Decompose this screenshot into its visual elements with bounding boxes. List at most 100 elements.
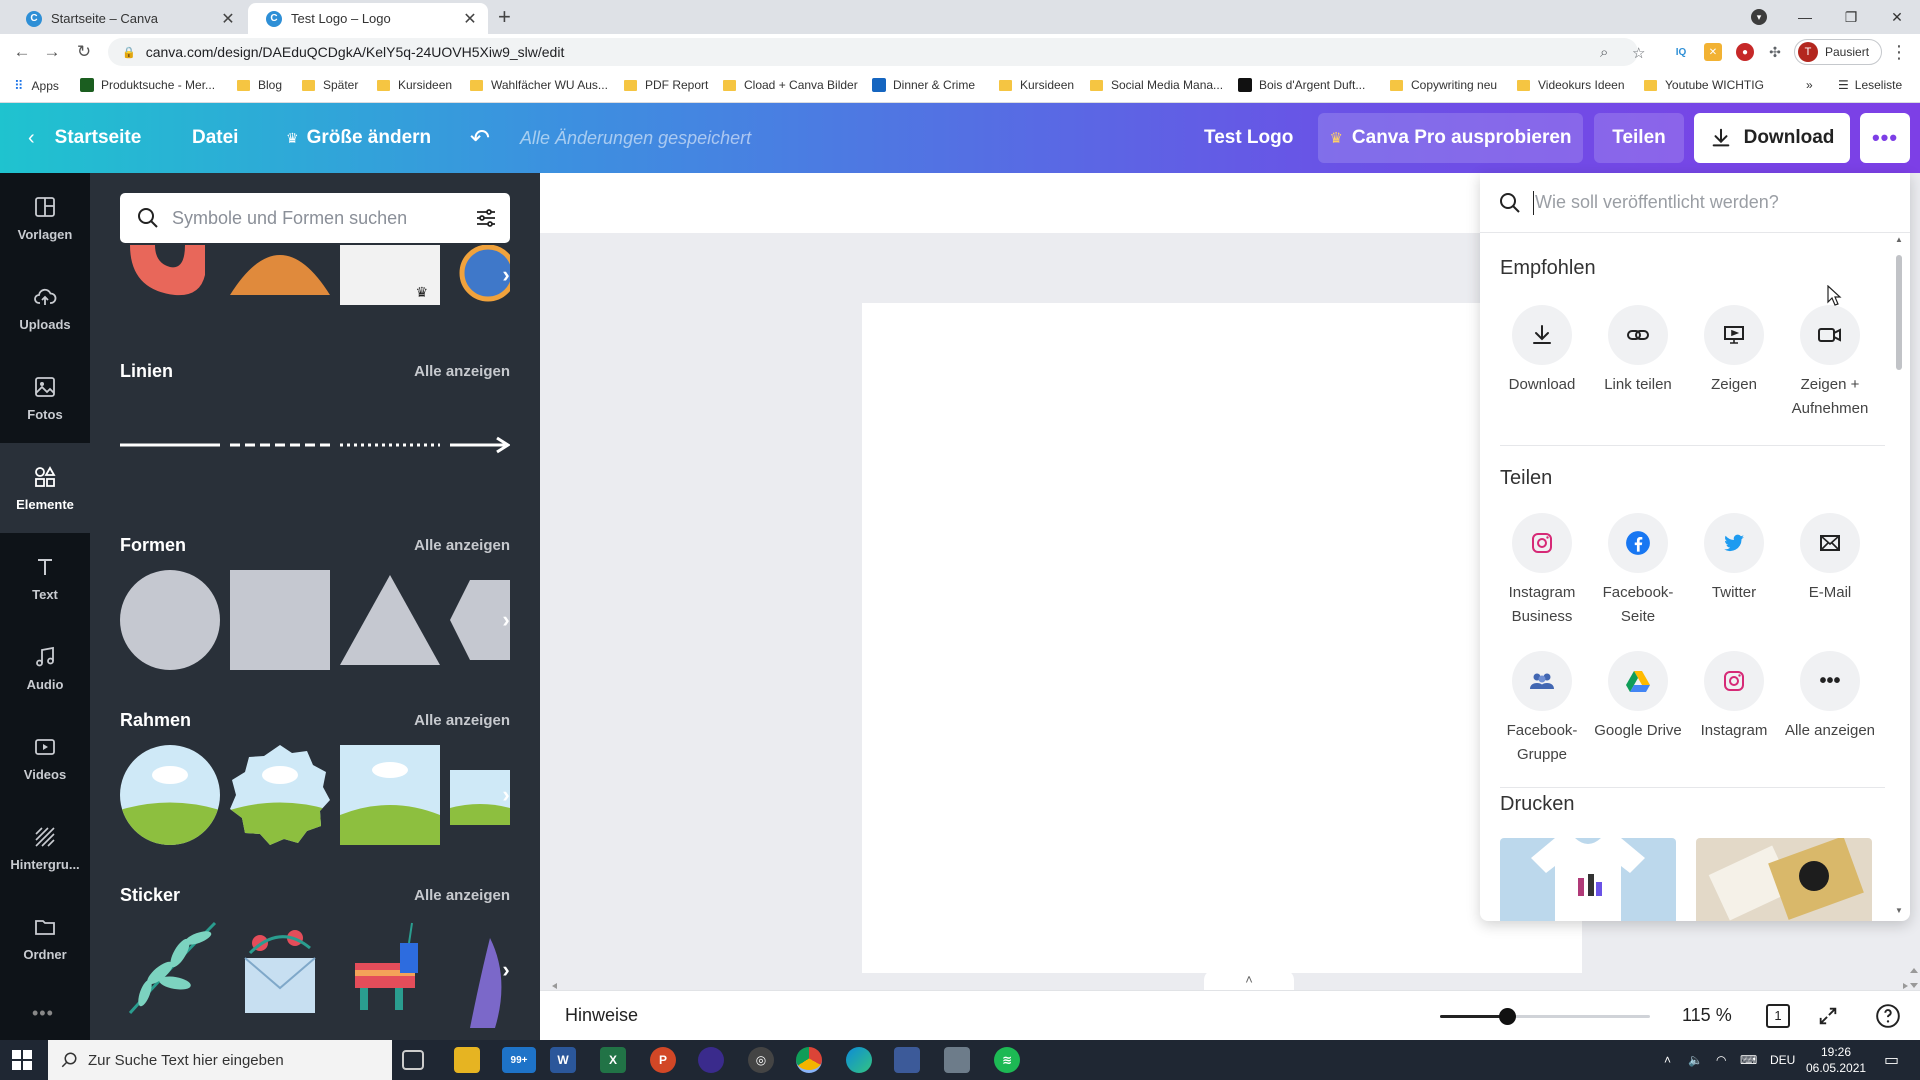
pinata-sticker[interactable] bbox=[340, 918, 440, 1018]
zoom-slider[interactable] bbox=[1440, 1008, 1650, 1025]
keyboard-icon[interactable]: ⌨ bbox=[1740, 1040, 1757, 1080]
bookmark-apps[interactable]: ⠿ Apps bbox=[14, 78, 59, 94]
bookmark-item[interactable]: Copywriting neu bbox=[1390, 78, 1497, 92]
print-tshirt-thumbnail[interactable] bbox=[1500, 838, 1676, 921]
taskbar-search-input[interactable]: Zur Suche Text hier eingeben bbox=[48, 1040, 392, 1080]
rail-templates[interactable]: Vorlagen bbox=[0, 173, 90, 263]
publish-search-input[interactable]: Wie soll veröffentlicht werden? bbox=[1480, 173, 1910, 233]
more-apps-icon[interactable]: ••• bbox=[32, 1003, 54, 1024]
language-indicator[interactable]: DEU bbox=[1770, 1040, 1795, 1080]
badge-frame[interactable] bbox=[230, 745, 330, 845]
share-download[interactable]: Download bbox=[1494, 305, 1590, 397]
envelope-sticker[interactable] bbox=[230, 918, 330, 1018]
bookmark-item[interactable]: Später bbox=[302, 78, 358, 92]
graphic-thumbnail[interactable] bbox=[230, 245, 330, 300]
clock[interactable]: 19:26 06.05.2021 bbox=[1806, 1044, 1866, 1076]
spotify-icon[interactable]: ≋ bbox=[994, 1047, 1020, 1073]
bookmark-star-icon[interactable]: ☆ bbox=[1632, 44, 1645, 62]
zoom-slider-handle[interactable] bbox=[1498, 1008, 1516, 1025]
filter-icon[interactable] bbox=[474, 206, 498, 230]
share-button[interactable]: Teilen bbox=[1594, 113, 1684, 163]
graphic-thumbnail[interactable]: ♛ bbox=[340, 245, 440, 305]
zoom-value[interactable]: 115 % bbox=[1682, 1005, 1732, 1026]
network-icon[interactable]: ◠ bbox=[1716, 1040, 1726, 1080]
extension-icon[interactable]: ✕ bbox=[1704, 43, 1722, 61]
vertical-scrollbar[interactable] bbox=[1908, 963, 1920, 993]
share-instagram-business[interactable]: Instagram Business bbox=[1494, 513, 1590, 629]
download-button[interactable]: Download bbox=[1694, 113, 1850, 163]
edge-icon[interactable] bbox=[846, 1047, 872, 1073]
share-instagram[interactable]: Instagram bbox=[1686, 651, 1782, 743]
show-all-shapes-link[interactable]: Alle anzeigen bbox=[414, 537, 510, 554]
new-tab-button[interactable]: + bbox=[498, 6, 511, 28]
graphic-thumbnail[interactable] bbox=[120, 245, 220, 300]
rail-videos[interactable]: Videos bbox=[0, 713, 90, 803]
bookmark-item[interactable]: Dinner & Crime bbox=[872, 78, 975, 92]
share-link[interactable]: Link teilen bbox=[1590, 305, 1686, 397]
undo-icon[interactable]: ↶ bbox=[470, 103, 490, 173]
share-present-record[interactable]: Zeigen + Aufnehmen bbox=[1782, 305, 1878, 421]
show-all-lines-link[interactable]: Alle anzeigen bbox=[414, 363, 510, 380]
app-icon[interactable] bbox=[698, 1047, 724, 1073]
bookmark-item[interactable]: Kursideen bbox=[999, 78, 1074, 92]
rail-audio[interactable]: Audio bbox=[0, 623, 90, 713]
bookmark-item[interactable]: Produktsuche - Mer... bbox=[80, 78, 215, 92]
elements-search-input[interactable]: Symbole und Formen suchen bbox=[120, 193, 510, 243]
more-options-button[interactable]: ••• bbox=[1860, 113, 1910, 163]
try-pro-button[interactable]: ♛ Canva Pro ausprobieren bbox=[1318, 113, 1583, 163]
excel-icon[interactable]: X bbox=[600, 1047, 626, 1073]
rail-folder[interactable]: Ordner bbox=[0, 893, 90, 983]
volume-icon[interactable]: 🔈 bbox=[1688, 1040, 1703, 1080]
windows-start-icon[interactable] bbox=[12, 1050, 32, 1070]
design-page[interactable] bbox=[862, 303, 1582, 973]
iq-extension-icon[interactable]: IQ bbox=[1672, 43, 1690, 61]
home-button[interactable]: ‹ Startseite bbox=[28, 103, 141, 173]
rail-uploads[interactable]: Uploads bbox=[0, 263, 90, 353]
share-twitter[interactable]: Twitter bbox=[1686, 513, 1782, 605]
obs-icon[interactable]: ◎ bbox=[748, 1047, 774, 1073]
circle-shape[interactable] bbox=[120, 570, 220, 670]
close-tab-icon[interactable]: ✕ bbox=[220, 9, 236, 29]
reading-list[interactable]: ☰ Leseliste bbox=[1838, 78, 1902, 92]
bookmark-item[interactable]: Youtube WICHTIG bbox=[1644, 78, 1764, 92]
share-present[interactable]: Zeigen bbox=[1686, 305, 1782, 397]
tab-test-logo[interactable]: C Test Logo – Logo ✕ bbox=[248, 3, 488, 34]
chrome-icon[interactable] bbox=[796, 1047, 822, 1073]
app-icon[interactable] bbox=[944, 1047, 970, 1073]
tab-search-icon[interactable]: ▾ bbox=[1751, 9, 1767, 25]
restore-icon[interactable]: ❐ bbox=[1828, 0, 1874, 34]
extensions-puzzle-icon[interactable]: ✣ bbox=[1766, 43, 1784, 61]
rail-background[interactable]: Hintergru... bbox=[0, 803, 90, 893]
share-email[interactable]: E-Mail bbox=[1782, 513, 1878, 605]
file-explorer-icon[interactable] bbox=[454, 1047, 480, 1073]
resize-button[interactable]: ♛ Größe ändern bbox=[286, 103, 431, 173]
triangle-shape[interactable] bbox=[340, 570, 440, 670]
chevron-right-icon[interactable]: › bbox=[488, 602, 524, 638]
bookmarks-overflow[interactable]: » bbox=[1806, 78, 1813, 92]
app-icon[interactable] bbox=[894, 1047, 920, 1073]
reload-icon[interactable]: ↻ bbox=[72, 40, 96, 64]
print-business-card-thumbnail[interactable] bbox=[1696, 838, 1872, 921]
line-styles-row[interactable] bbox=[120, 435, 510, 455]
bookmark-item[interactable]: Videokurs Ideen bbox=[1517, 78, 1625, 92]
show-all-frames-link[interactable]: Alle anzeigen bbox=[414, 712, 510, 729]
share-panel-scrollbar[interactable]: ▲ ▼ bbox=[1894, 235, 1904, 915]
adblock-extension-icon[interactable]: ● bbox=[1736, 43, 1754, 61]
square-shape[interactable] bbox=[230, 570, 330, 670]
scroll-up-icon[interactable]: ▲ bbox=[1895, 235, 1903, 244]
zoom-icon[interactable]: ⌕ bbox=[1600, 44, 1608, 61]
bookmark-item[interactable]: Blog bbox=[237, 78, 282, 92]
bookmark-item[interactable]: Bois d'Argent Duft... bbox=[1238, 78, 1365, 92]
square-frame[interactable] bbox=[340, 745, 440, 845]
share-facebook-group[interactable]: Facebook-Gruppe bbox=[1494, 651, 1590, 767]
tab-startseite[interactable]: C Startseite – Canva ✕ bbox=[8, 3, 246, 34]
task-view-icon[interactable] bbox=[402, 1050, 424, 1070]
leaf-sticker[interactable] bbox=[120, 918, 220, 1018]
minimize-icon[interactable]: — bbox=[1782, 0, 1828, 34]
tray-chevron-icon[interactable]: ˄ bbox=[1664, 1040, 1671, 1080]
notifications-icon[interactable]: ▭ bbox=[1884, 1040, 1899, 1080]
bookmark-item[interactable]: Social Media Mana... bbox=[1090, 78, 1223, 92]
address-bar[interactable]: 🔒 canva.com/design/DAEduQCDgkA/KelY5q-24… bbox=[108, 38, 1638, 66]
help-icon[interactable] bbox=[1874, 1003, 1902, 1029]
document-title[interactable]: Test Logo bbox=[1204, 103, 1293, 173]
